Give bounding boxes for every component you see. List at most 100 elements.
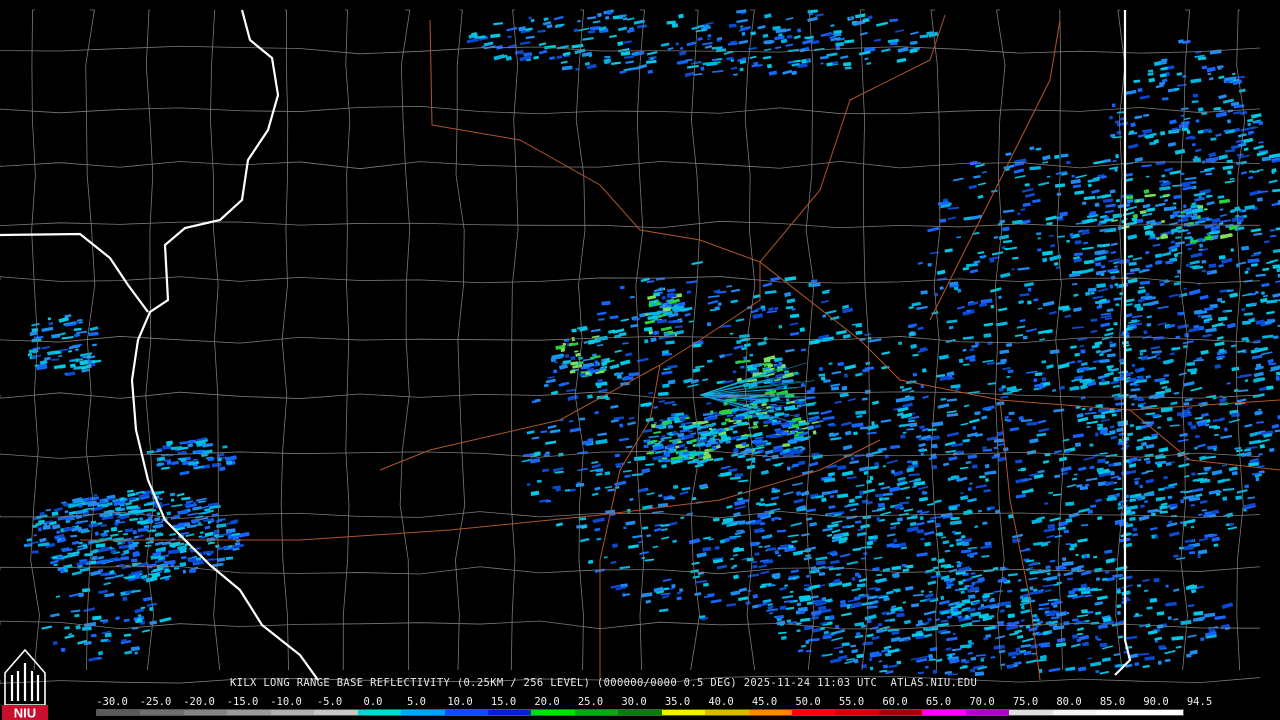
echo-pixel bbox=[786, 619, 792, 623]
scale-label: -30.0 bbox=[96, 696, 128, 708]
echo-pixel bbox=[862, 499, 869, 504]
niu-logo-icon: NIU bbox=[2, 648, 48, 720]
scale-swatch bbox=[574, 710, 619, 715]
echo-pixel bbox=[191, 568, 197, 573]
echo-pixel bbox=[850, 456, 855, 461]
scale-swatch bbox=[878, 710, 923, 715]
scale-swatch bbox=[618, 710, 662, 715]
echo-pixel bbox=[977, 509, 982, 513]
scale-label: 0.0 bbox=[363, 696, 383, 708]
echo-pixel bbox=[1139, 353, 1144, 356]
echo-pixel bbox=[526, 483, 531, 486]
echo-pixel bbox=[864, 389, 871, 394]
radar-map bbox=[0, 0, 1280, 720]
echo-pixel bbox=[1071, 174, 1075, 178]
echo-pixel bbox=[819, 367, 823, 371]
echo-pixel bbox=[619, 285, 625, 290]
echo-pixel bbox=[806, 58, 810, 62]
echo-pixel bbox=[651, 423, 657, 429]
echo-pixel bbox=[927, 262, 932, 267]
echo-pixel bbox=[670, 413, 676, 417]
echo-pixel bbox=[64, 568, 69, 573]
echo-pixel bbox=[1200, 637, 1205, 642]
echo-pixel bbox=[592, 353, 597, 357]
echo-pixel bbox=[1217, 65, 1222, 70]
echo-pixel bbox=[661, 295, 666, 300]
echo-pixel bbox=[1001, 385, 1006, 389]
scale-swatch bbox=[401, 710, 445, 715]
echo-pixel bbox=[758, 545, 763, 548]
echo-pixel bbox=[702, 582, 709, 587]
echo-pixel bbox=[1086, 425, 1091, 428]
echo-pixel bbox=[90, 633, 97, 638]
scale-label: 30.0 bbox=[621, 696, 647, 708]
echo-pixel bbox=[131, 558, 138, 563]
echo-pixel bbox=[534, 451, 541, 456]
echo-pixel bbox=[921, 490, 926, 495]
echo-pixel bbox=[1116, 589, 1121, 594]
echo-pixel bbox=[156, 512, 161, 516]
scale-swatch bbox=[835, 710, 879, 715]
echo-pixel bbox=[1157, 660, 1162, 665]
echo-pixel bbox=[650, 57, 655, 61]
echo-pixel bbox=[818, 572, 826, 576]
echo-pixel bbox=[948, 374, 953, 378]
scale-swatch bbox=[748, 710, 792, 715]
echo-pixel bbox=[1175, 335, 1181, 339]
echo-pixel bbox=[717, 302, 722, 306]
echo-pixel bbox=[1066, 239, 1070, 243]
echo-pixel bbox=[1135, 425, 1142, 430]
echo-pixel bbox=[799, 327, 806, 333]
echo-pixel bbox=[32, 349, 38, 354]
echo-pixel bbox=[1111, 103, 1116, 108]
scale-label: 50.0 bbox=[795, 696, 821, 708]
scale-label: 55.0 bbox=[838, 696, 865, 708]
echo-pixel bbox=[954, 588, 959, 592]
echo-pixel bbox=[1108, 463, 1114, 467]
echo-pixel bbox=[967, 487, 972, 491]
echo-pixel bbox=[1226, 80, 1230, 84]
echo-pixel bbox=[1137, 584, 1142, 588]
echo-pixel bbox=[1204, 534, 1209, 538]
echo-pixel bbox=[1100, 414, 1106, 419]
echo-pixel bbox=[1085, 291, 1091, 296]
echo-pixel bbox=[911, 515, 918, 520]
echo-pixel bbox=[1218, 255, 1226, 260]
echo-pixel bbox=[785, 398, 790, 402]
echo-pixel bbox=[1212, 235, 1218, 240]
echo-pixel bbox=[1087, 287, 1097, 292]
echo-pixel bbox=[1246, 267, 1251, 272]
scale-label: 25.0 bbox=[577, 696, 604, 708]
echo-pixel bbox=[1089, 443, 1094, 447]
echo-pixel bbox=[958, 580, 964, 585]
echo-pixel bbox=[831, 631, 836, 635]
echo-pixel bbox=[869, 666, 874, 671]
echo-pixel bbox=[31, 550, 39, 554]
scale-swatch bbox=[965, 710, 1010, 715]
scale-swatch bbox=[705, 710, 749, 715]
echo-pixel bbox=[968, 594, 976, 599]
echo-pixel bbox=[1135, 612, 1140, 617]
echo-pixel bbox=[1134, 368, 1141, 373]
echo-pixel bbox=[1099, 353, 1104, 357]
scale-swatch bbox=[661, 710, 706, 715]
echo-pixel bbox=[984, 541, 992, 546]
echo-pixel bbox=[796, 629, 801, 633]
echo-pixel bbox=[1210, 137, 1217, 141]
echo-pixel bbox=[191, 519, 196, 524]
echo-pixel bbox=[47, 317, 52, 321]
echo-pixel bbox=[1191, 181, 1197, 184]
echo-pixel bbox=[614, 453, 621, 458]
scale-label: -5.0 bbox=[316, 696, 343, 708]
scale-swatch bbox=[140, 710, 184, 715]
echo-pixel bbox=[953, 286, 959, 291]
echo-pixel bbox=[917, 619, 923, 625]
echo-pixel bbox=[1116, 492, 1120, 497]
echo-pixel bbox=[60, 647, 66, 652]
echo-pixel bbox=[1144, 500, 1148, 504]
echo-pixel bbox=[1027, 287, 1032, 292]
echo-pixel bbox=[877, 622, 883, 627]
echo-pixel bbox=[1227, 170, 1232, 175]
scale-swatch bbox=[1096, 710, 1140, 715]
echo-pixel bbox=[1054, 154, 1060, 159]
